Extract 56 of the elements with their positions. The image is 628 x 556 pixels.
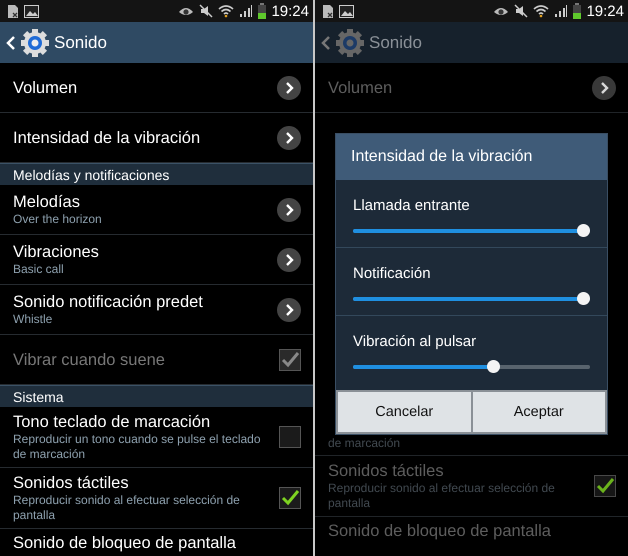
checkbox[interactable]: [279, 426, 301, 448]
gear-icon: [335, 28, 365, 58]
eye-icon: [178, 5, 194, 17]
screen-title: Sonido: [369, 32, 422, 52]
chevron-icon[interactable]: [277, 248, 301, 272]
section-header: Melodías y notificaciones: [0, 163, 313, 185]
setting-title[interactable]: Melodías: [13, 192, 267, 212]
wifi-icon: [218, 4, 234, 18]
gear-icon: [20, 28, 50, 58]
chevron-icon[interactable]: [277, 298, 301, 322]
slider[interactable]: [353, 360, 590, 373]
status-time: 19:24: [271, 2, 309, 20]
checkbox[interactable]: [594, 475, 616, 497]
screen-title: Sonido: [54, 32, 107, 52]
dialog-title: Intensidad de la vibración: [336, 134, 607, 180]
setting-title[interactable]: Sonidos táctiles: [13, 473, 269, 493]
wifi-icon: [533, 4, 550, 18]
setting-title[interactable]: Sonido de bloqueo de pantalla: [13, 533, 236, 553]
image-icon: [339, 4, 354, 18]
back-icon[interactable]: [321, 34, 331, 50]
dialog-button[interactable]: Cancelar: [338, 392, 470, 432]
slider-label: Vibración al pulsar: [353, 333, 478, 351]
setting-title[interactable]: Volumen: [13, 78, 267, 98]
chevron-icon[interactable]: [277, 126, 301, 150]
notification-icon: [7, 4, 19, 18]
battery-icon: [573, 3, 582, 19]
signal-icon: [554, 4, 568, 18]
setting-value: Whistle: [13, 312, 54, 327]
battery-icon: [258, 3, 266, 19]
dialog-button[interactable]: Aceptar: [472, 392, 605, 432]
setting-description: Reproducir sonido al efectuar selección de pantalla: [328, 481, 556, 511]
setting-description: Reproducir sonido al efectuar selección de pantalla: [13, 493, 241, 523]
signal-icon: [239, 4, 254, 18]
image-icon: [24, 4, 39, 18]
setting-description: Reproducir un tono cuando se pulse el teclado de marcación: [13, 432, 262, 462]
mute-icon: [199, 4, 214, 18]
section-header: Sistema: [0, 385, 313, 407]
eye-icon: [493, 5, 510, 17]
slider-label: Llamada entrante: [353, 197, 471, 215]
chevron-icon[interactable]: [277, 198, 301, 222]
slider[interactable]: [353, 292, 590, 305]
setting-title[interactable]: Sonido notificación predet: [13, 292, 267, 312]
setting-title[interactable]: Intensidad de la vibración: [13, 128, 267, 148]
notification-icon: [322, 4, 334, 18]
checkbox[interactable]: [279, 487, 301, 509]
mute-icon: [514, 4, 528, 18]
slider[interactable]: [353, 224, 590, 237]
setting-value: Basic call: [13, 262, 65, 277]
status-time: 19:24: [586, 2, 624, 20]
slider-label: Notificación: [353, 265, 432, 283]
chevron-icon[interactable]: [592, 76, 616, 100]
setting-title[interactable]: Tono teclado de marcación: [13, 412, 269, 432]
setting-value: Over the horizon: [13, 212, 103, 227]
setting-description: de marcación: [328, 436, 400, 451]
setting-title[interactable]: Vibraciones: [13, 242, 267, 262]
chevron-icon[interactable]: [277, 76, 301, 100]
